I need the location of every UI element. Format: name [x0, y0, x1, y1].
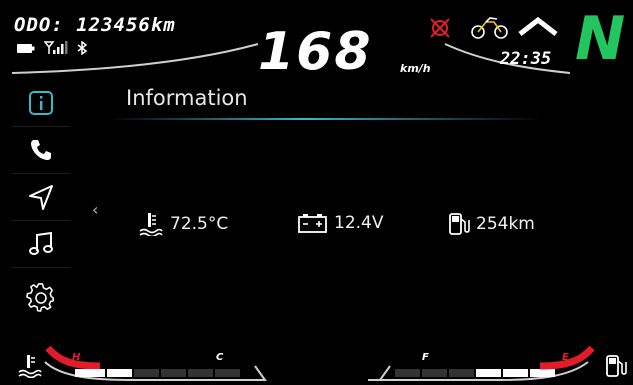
status-icons	[16, 41, 88, 55]
fuel-icon	[449, 213, 470, 235]
bluetooth-icon	[77, 41, 88, 55]
info-item-coolant-temp: 72.5°C	[138, 212, 228, 236]
page-title: Information	[126, 86, 248, 110]
fuel-gauge-full-label: F	[422, 352, 429, 363]
abs-off-icon	[430, 18, 450, 38]
motorbike-icon	[471, 17, 508, 39]
speed-readout: 168	[258, 22, 373, 82]
high-beam-icon	[518, 16, 558, 36]
bottom-gauges	[44, 345, 595, 381]
odometer: ODO: 123456km	[14, 14, 176, 36]
fuel-gauge-bar	[395, 369, 555, 377]
battery-voltage-value: 12.4V	[334, 213, 384, 233]
clock: 22:35	[500, 49, 552, 69]
phone-icon	[31, 140, 51, 160]
temp-gauge-high-label: H	[72, 352, 81, 363]
coolant-temp-value: 72.5°C	[170, 214, 229, 234]
odometer-label: ODO:	[14, 14, 64, 36]
fuel-gauge-pump-icon	[606, 355, 627, 377]
fuel-gauge-empty-label: E	[562, 352, 569, 363]
battery-icon	[17, 43, 35, 53]
sidebar-item-music[interactable]	[12, 221, 70, 268]
coolant-temp-icon	[139, 213, 163, 236]
sidebar-item-phone[interactable]	[12, 127, 70, 174]
music-icon	[29, 231, 53, 255]
speed-unit: km/h	[400, 62, 431, 75]
sidebar-item-navigation[interactable]	[12, 174, 70, 221]
info-item-fuel-range: 254km	[448, 212, 535, 236]
dashboard-screen: ODO: 123456km 168 km/h 22:35 N Informati…	[0, 0, 633, 385]
sidebar-item-info[interactable]	[12, 80, 70, 127]
title-underline	[110, 118, 542, 120]
gear-indicator: N	[575, 4, 626, 74]
back-chevron-icon[interactable]: ‹	[92, 200, 98, 219]
signal-icon	[44, 41, 68, 54]
sidebar-item-settings[interactable]	[12, 268, 70, 328]
temp-gauge-low-label: C	[216, 352, 224, 363]
sidebar	[12, 80, 70, 328]
temp-gauge-coolant-icon	[18, 355, 42, 378]
battery-icon	[298, 214, 327, 233]
gear-icon	[26, 283, 54, 312]
frame-edge	[0, 0, 8, 385]
info-item-battery-voltage: 12.4V	[298, 212, 383, 234]
odometer-value: 123456	[76, 14, 151, 36]
navigation-icon	[29, 185, 53, 210]
odometer-unit: km	[150, 14, 176, 36]
temp-gauge-bar	[75, 369, 240, 377]
info-icon	[29, 91, 53, 115]
fuel-range-value: 254km	[476, 214, 535, 234]
